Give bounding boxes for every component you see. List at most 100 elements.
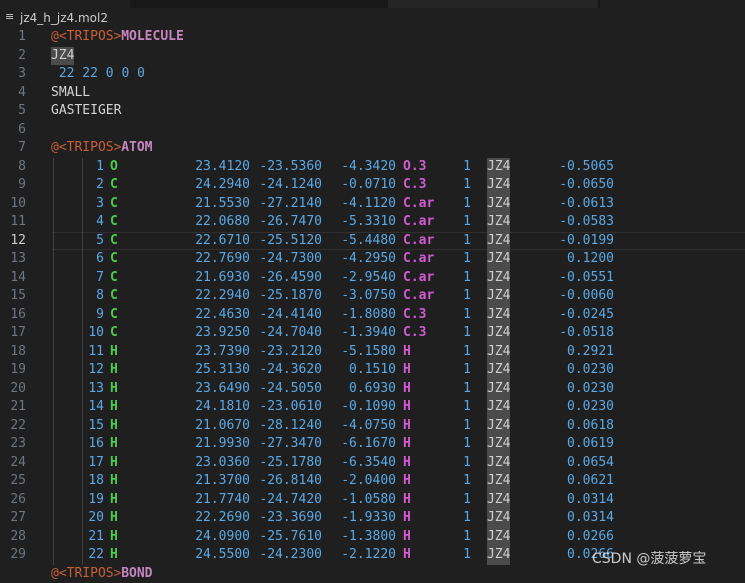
atom-x: 22.4630	[186, 306, 250, 325]
line-number: 16	[0, 306, 26, 325]
line-number: 17	[0, 324, 26, 343]
atom-charge: 0.0230	[548, 398, 614, 417]
atom-type: H	[403, 472, 411, 491]
atom-id: 11	[72, 343, 104, 362]
breadcrumb[interactable]: ≡ jz4_h_jz4.mol2	[0, 8, 745, 28]
code-line[interactable]: 4SMALL	[0, 84, 745, 103]
subst-name: JZ4	[487, 324, 510, 343]
indent-guide	[53, 306, 54, 325]
atom-charge: 0.0314	[548, 491, 614, 510]
line-number: 12	[0, 232, 26, 251]
atom-type: H	[403, 491, 411, 510]
atom-charge: -0.0551	[548, 269, 614, 288]
line-number: 20	[0, 380, 26, 399]
line-number: 29	[0, 546, 26, 565]
atom-charge: 0.0266	[548, 528, 614, 547]
atom-x: 22.2690	[186, 509, 250, 528]
atom-z: -4.0750	[330, 417, 396, 436]
subst-name: JZ4	[487, 454, 510, 473]
subst-id: 1	[455, 213, 471, 232]
indent-guide	[53, 435, 54, 454]
atom-x: 23.7390	[186, 343, 250, 362]
atom-element: H	[110, 491, 118, 510]
molecule-counts: 22 22 0 0 0	[51, 65, 145, 84]
subst-name: JZ4	[487, 528, 510, 547]
line-number: 27	[0, 509, 26, 528]
atom-y: -24.1240	[256, 176, 322, 195]
code-line[interactable]: 2316H21.9930-27.3470-6.1670H1JZ40.0619	[0, 435, 745, 454]
code-line[interactable]: 5GASTEIGER	[0, 102, 745, 121]
code-line[interactable]: 147C21.6930-26.4590-2.9540C.ar1JZ4-0.055…	[0, 269, 745, 288]
indent-guide	[53, 343, 54, 362]
code-line[interactable]: 2720H22.2690-23.3690-1.9330H1JZ40.0314	[0, 509, 745, 528]
subst-name: JZ4	[487, 491, 510, 510]
subst-id: 1	[455, 306, 471, 325]
line-number: 4	[0, 84, 26, 103]
current-line-highlight	[52, 232, 745, 250]
atom-id: 7	[72, 269, 104, 288]
atom-id: 12	[72, 361, 104, 380]
subst-name: JZ4	[487, 269, 510, 288]
atom-x: 22.0680	[186, 213, 250, 232]
atom-y: -24.7040	[256, 324, 322, 343]
code-line[interactable]: 2518H21.3700-26.8140-2.0400H1JZ40.0621	[0, 472, 745, 491]
atom-x: 21.5530	[186, 195, 250, 214]
code-line[interactable]: 103C21.5530-27.2140-4.1120C.ar1JZ4-0.061…	[0, 195, 745, 214]
atom-element: H	[110, 435, 118, 454]
code-line[interactable]: 125C22.6710-25.5120-5.4480C.ar1JZ4-0.019…	[0, 232, 745, 251]
atom-element: H	[110, 361, 118, 380]
atom-charge: -0.0245	[548, 306, 614, 325]
code-line[interactable]: 169C22.4630-24.4140-1.8080C.31JZ4-0.0245	[0, 306, 745, 325]
atom-charge: 0.2921	[548, 343, 614, 362]
indent-guide	[53, 176, 54, 195]
atom-y: -26.8140	[256, 472, 322, 491]
subst-name: JZ4	[487, 380, 510, 399]
code-line[interactable]: 158C22.2940-25.1870-3.0750C.ar1JZ4-0.006…	[0, 287, 745, 306]
subst-id: 1	[455, 158, 471, 177]
atom-z: -0.0710	[330, 176, 396, 195]
subst-name: JZ4	[487, 287, 510, 306]
line-number: 2	[0, 47, 26, 66]
atom-element: H	[110, 546, 118, 565]
breadcrumb-filename[interactable]: jz4_h_jz4.mol2	[20, 11, 108, 25]
code-line[interactable]: 92C24.2940-24.1240-0.0710C.31JZ4-0.0650	[0, 176, 745, 195]
line-number: 8	[0, 158, 26, 177]
code-line[interactable]: 7@<TRIPOS>ATOM	[0, 139, 745, 158]
code-line[interactable]: 2013H23.6490-24.50500.6930H1JZ40.0230	[0, 380, 745, 399]
atom-element: C	[110, 324, 118, 343]
code-line[interactable]: 2JZ4	[0, 47, 745, 66]
atom-x: 24.5500	[186, 546, 250, 565]
code-line[interactable]: 2417H23.0360-25.1780-6.3540H1JZ40.0654	[0, 454, 745, 473]
subst-name: JZ4	[487, 250, 510, 269]
subst-name: JZ4	[487, 398, 510, 417]
atom-z: -4.1120	[330, 195, 396, 214]
code-line[interactable]: 3 22 22 0 0 0	[0, 65, 745, 84]
lines-file-icon: ≡	[5, 11, 15, 23]
code-editor[interactable]: 1@<TRIPOS>MOLECULE2JZ43 22 22 0 0 04SMAL…	[0, 28, 745, 576]
code-line[interactable]: 136C22.7690-24.7300-4.2950C.ar1JZ40.1200	[0, 250, 745, 269]
atom-z: -3.0750	[330, 287, 396, 306]
line-number: 15	[0, 287, 26, 306]
code-line[interactable]: 1710C23.9250-24.7040-1.3940C.31JZ4-0.051…	[0, 324, 745, 343]
atom-z: -2.0400	[330, 472, 396, 491]
code-line[interactable]: 1811H23.7390-23.2120-5.1580H1JZ40.2921	[0, 343, 745, 362]
subst-id: 1	[455, 361, 471, 380]
atom-element: C	[110, 232, 118, 251]
atom-charge: 0.0619	[548, 435, 614, 454]
atom-y: -28.1240	[256, 417, 322, 436]
atom-type: H	[403, 398, 411, 417]
code-line[interactable]: 1912H25.3130-24.36200.1510H1JZ40.0230	[0, 361, 745, 380]
subst-id: 1	[455, 509, 471, 528]
atom-z: -0.1090	[330, 398, 396, 417]
code-line[interactable]: 1@<TRIPOS>MOLECULE	[0, 28, 745, 47]
atom-id: 20	[72, 509, 104, 528]
code-line[interactable]: 2821H24.0900-25.7610-1.3800H1JZ40.0266	[0, 528, 745, 547]
subst-name: JZ4	[487, 343, 510, 362]
code-line[interactable]: 2619H21.7740-24.7420-1.0580H1JZ40.0314	[0, 491, 745, 510]
code-line[interactable]: 114C22.0680-26.7470-5.3310C.ar1JZ4-0.058…	[0, 213, 745, 232]
code-line[interactable]: 2215H21.0670-28.1240-4.0750H1JZ40.0618	[0, 417, 745, 436]
code-line[interactable]: 6	[0, 121, 745, 140]
code-line[interactable]: 2114H24.1810-23.0610-0.1090H1JZ40.0230	[0, 398, 745, 417]
subst-id: 1	[455, 195, 471, 214]
code-line[interactable]: 81O23.4120-23.5360-4.3420O.31JZ4-0.5065	[0, 158, 745, 177]
